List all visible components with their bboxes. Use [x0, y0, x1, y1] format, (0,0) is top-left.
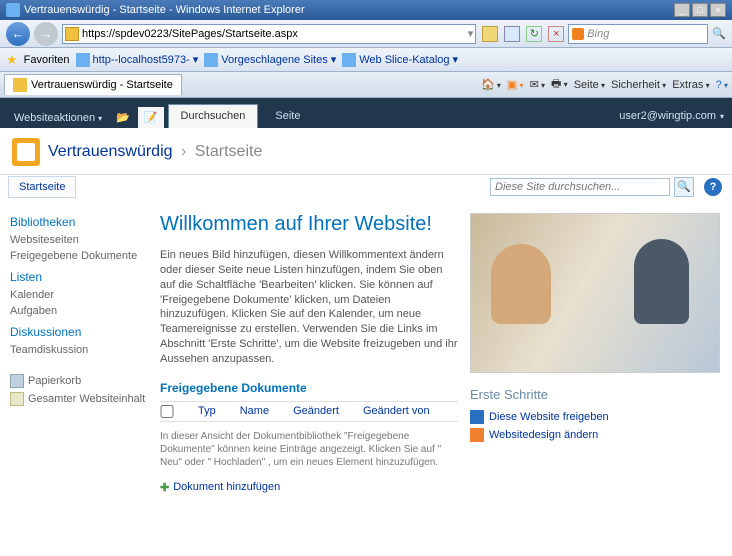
- fav-link-0[interactable]: http--localhost5973- ▾: [76, 53, 199, 67]
- ie-page-icon: [76, 53, 90, 67]
- browser-tab[interactable]: Vertrauenswürdig - Startseite: [4, 74, 182, 95]
- getting-started-heading: Erste Schritte: [470, 387, 720, 402]
- search-go-icon[interactable]: 🔍: [712, 27, 726, 40]
- maximize-button[interactable]: □: [692, 3, 708, 17]
- compat-view-icon[interactable]: [504, 26, 520, 42]
- user-menu[interactable]: user2@wingtip.com▾: [619, 110, 724, 128]
- home-split-button[interactable]: 🏠: [481, 78, 501, 91]
- site-search-button[interactable]: 🔍: [674, 177, 694, 197]
- add-document-link[interactable]: ✚ Dokument hinzufügen: [160, 481, 458, 494]
- select-all-checkbox[interactable]: [160, 405, 174, 418]
- ql-libraries-heading[interactable]: Bibliotheken: [10, 215, 146, 229]
- sp-ribbon: Websiteaktionen▾ 📂 📝 Durchsuchen Seite u…: [0, 98, 732, 128]
- all-site-content-link[interactable]: Gesamter Websiteinhalt: [10, 390, 146, 408]
- ql-tasks[interactable]: Aufgaben: [10, 303, 146, 319]
- window-title: Vertrauenswürdig - Startseite - Windows …: [6, 3, 305, 17]
- top-nav-bar: Startseite 🔍 ?: [0, 175, 732, 203]
- refresh-button[interactable]: ↻: [526, 26, 542, 42]
- doclib-header-row: Typ Name Geändert Geändert von: [160, 401, 458, 422]
- ql-lists-heading[interactable]: Listen: [10, 270, 146, 284]
- mail-button[interactable]: ✉: [530, 78, 545, 91]
- browser-nav-bar: ← → https://spdev0223/SitePages/Startsei…: [0, 20, 732, 48]
- main-content: Willkommen auf Ihrer Website! Ein neues …: [150, 203, 732, 494]
- site-logo[interactable]: [12, 138, 40, 166]
- col-modified-by[interactable]: Geändert von: [363, 405, 430, 418]
- fav-link-1[interactable]: Vorgeschlagene Sites ▾: [204, 53, 336, 67]
- col-name[interactable]: Name: [240, 405, 269, 418]
- recycle-bin-link[interactable]: Papierkorb: [10, 372, 146, 390]
- tab-title: Vertrauenswürdig - Startseite: [31, 79, 173, 91]
- site-actions-menu[interactable]: Websiteaktionen▾: [8, 108, 108, 128]
- step-share-site[interactable]: Diese Website freigeben: [470, 408, 720, 426]
- col-type[interactable]: Typ: [198, 405, 216, 418]
- chevron-right-icon: ›: [181, 143, 186, 160]
- topnav-home[interactable]: Startseite: [8, 176, 76, 198]
- back-button[interactable]: ←: [6, 22, 30, 46]
- site-title-link[interactable]: Vertrauenswürdig: [48, 143, 173, 160]
- ie-page-icon: [204, 53, 218, 67]
- extras-menu[interactable]: Extras: [672, 79, 709, 91]
- print-button[interactable]: 🖶: [551, 75, 568, 94]
- ie-page-icon: [342, 53, 356, 67]
- edit-page-icon[interactable]: 📝: [138, 107, 164, 128]
- page-title-area: Vertrauenswürdig › Startseite: [0, 128, 732, 175]
- favorites-bar: ★ Favoriten http--localhost5973- ▾ Vorge…: [0, 48, 732, 72]
- ql-team-discussion[interactable]: Teamdiskussion: [10, 342, 146, 358]
- address-bar[interactable]: https://spdev0223/SitePages/Startseite.a…: [62, 24, 476, 44]
- doclib-empty-message: In dieser Ansicht der Dokumentbibliothek…: [160, 422, 458, 477]
- address-text: https://spdev0223/SitePages/Startseite.a…: [82, 28, 468, 40]
- search-engine-label: Bing: [587, 28, 609, 40]
- lock-icon[interactable]: [482, 26, 498, 42]
- nav-up-icon[interactable]: 📂: [112, 107, 134, 128]
- all-content-icon: [10, 392, 24, 406]
- favorites-label[interactable]: Favoriten: [24, 54, 70, 66]
- quick-launch: Bibliotheken Websiteseiten Freigegebene …: [0, 203, 150, 494]
- welcome-heading: Willkommen auf Ihrer Website!: [160, 213, 458, 236]
- plus-icon: ✚: [160, 481, 169, 494]
- ql-discussions-heading[interactable]: Diskussionen: [10, 325, 146, 339]
- stop-button[interactable]: ×: [548, 26, 564, 42]
- bing-icon: [572, 28, 584, 40]
- doclib-heading[interactable]: Freigegebene Dokumente: [160, 381, 458, 395]
- command-bar: 🏠 ▣ ✉ 🖶 Seite Sicherheit Extras ?: [481, 75, 728, 94]
- favorites-star-icon[interactable]: ★: [6, 52, 18, 68]
- page-menu[interactable]: Seite: [574, 79, 605, 91]
- welcome-text: Ein neues Bild hinzufügen, diesen Willko…: [160, 248, 458, 367]
- breadcrumb: Vertrauenswürdig › Startseite: [48, 143, 262, 161]
- help-icon[interactable]: ?: [704, 178, 722, 196]
- window-titlebar: Vertrauenswürdig - Startseite - Windows …: [0, 0, 732, 20]
- step-change-design[interactable]: Websitedesign ändern: [470, 426, 720, 444]
- share-icon: [470, 410, 484, 424]
- page-title: Startseite: [195, 143, 263, 160]
- security-menu[interactable]: Sicherheit: [611, 79, 666, 91]
- ribbon-tab-page[interactable]: Seite: [262, 104, 313, 128]
- page-body: Bibliotheken Websiteseiten Freigegebene …: [0, 203, 732, 494]
- minimize-button[interactable]: _: [674, 3, 690, 17]
- site-icon: [65, 27, 79, 41]
- ql-calendar[interactable]: Kalender: [10, 287, 146, 303]
- col-modified[interactable]: Geändert: [293, 405, 339, 418]
- browser-search-box[interactable]: Bing: [568, 24, 708, 44]
- ql-sitepages[interactable]: Websiteseiten: [10, 232, 146, 248]
- ql-shared-docs[interactable]: Freigegebene Dokumente: [10, 248, 146, 264]
- close-button[interactable]: ×: [710, 3, 726, 17]
- help-menu[interactable]: ?: [716, 79, 728, 91]
- fav-link-2[interactable]: Web Slice-Katalog ▾: [342, 53, 458, 67]
- ribbon-tab-browse[interactable]: Durchsuchen: [168, 104, 259, 128]
- site-search-input[interactable]: [490, 178, 670, 196]
- hero-image: [470, 213, 720, 373]
- forward-button[interactable]: →: [34, 22, 58, 46]
- design-icon: [470, 428, 484, 442]
- sp-icon: [13, 78, 27, 92]
- browser-tab-strip: Vertrauenswürdig - Startseite 🏠 ▣ ✉ 🖶 Se…: [0, 72, 732, 98]
- feeds-button[interactable]: ▣: [507, 78, 524, 91]
- address-dropdown-icon[interactable]: ▾: [468, 27, 474, 40]
- recycle-bin-icon: [10, 374, 24, 388]
